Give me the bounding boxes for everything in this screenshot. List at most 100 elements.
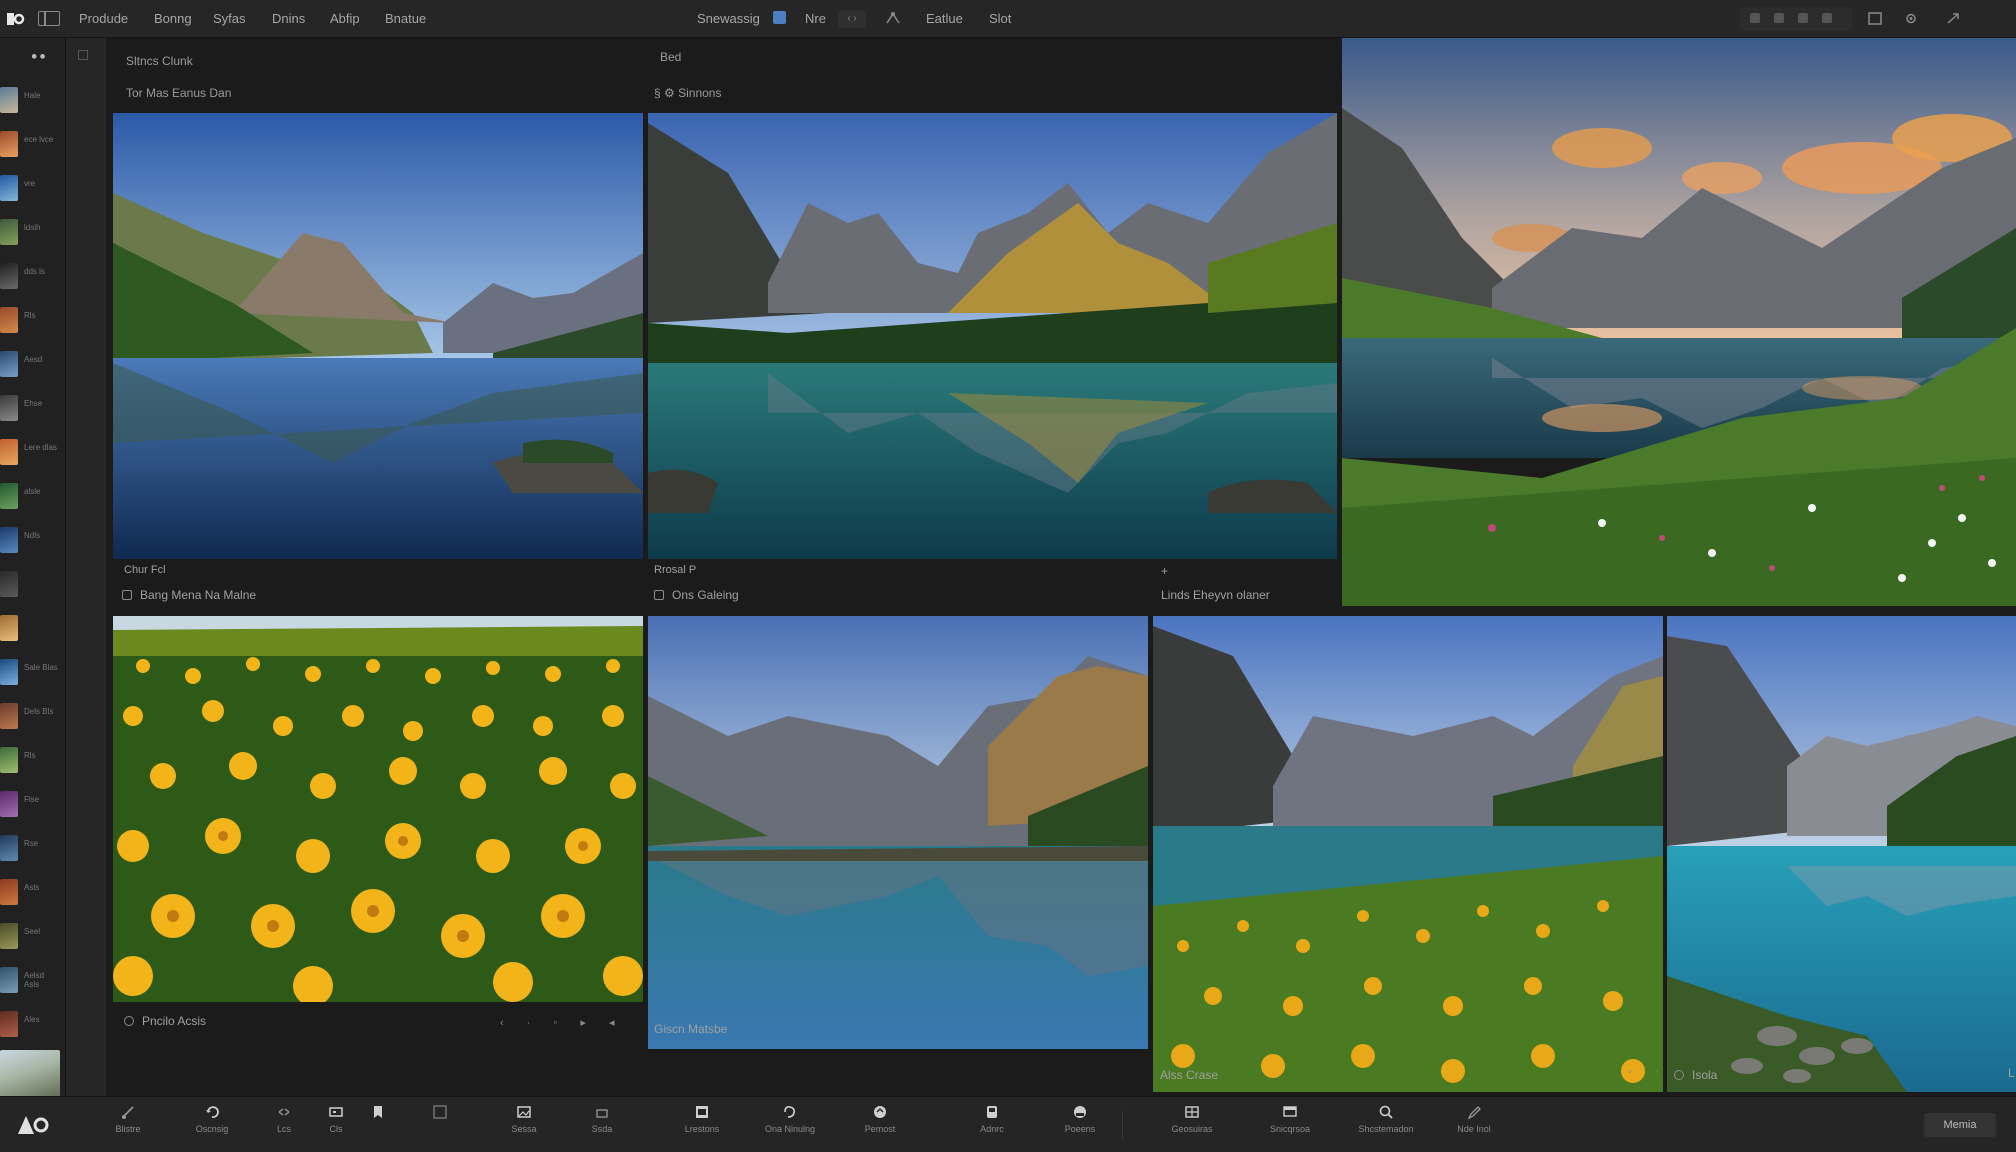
filmstrip-thumbnail[interactable] — [0, 791, 18, 817]
filmstrip-thumbnail[interactable] — [0, 175, 18, 201]
view-label-d[interactable]: Slot — [989, 11, 1011, 26]
view-label-a[interactable]: Snewassig — [697, 11, 760, 26]
filmstrip-thumbnail[interactable] — [0, 659, 18, 685]
media-button[interactable]: Memia — [1924, 1113, 1996, 1137]
select-checkbox[interactable] — [654, 590, 664, 600]
toolbar-tool[interactable]: Geosuiras — [1152, 1103, 1232, 1134]
filmstrip-thumbnail[interactable] — [0, 835, 18, 861]
filmstrip-thumbnail[interactable] — [0, 747, 18, 773]
filmstrip-thumbnail[interactable] — [0, 615, 18, 641]
filmstrip-item[interactable]: Ndls — [0, 523, 66, 565]
photo-mountain-lake-1[interactable] — [113, 113, 643, 559]
expand-icon[interactable] — [1944, 10, 1962, 27]
toolbar-tool[interactable]: Snicqrsoa — [1250, 1103, 1330, 1134]
menu-item-bnatue[interactable]: Bnatue — [385, 11, 426, 26]
filmstrip-item[interactable] — [0, 611, 66, 653]
select-radio[interactable] — [124, 1016, 134, 1026]
filmstrip-thumbnail[interactable] — [0, 483, 18, 509]
filmstrip-item[interactable]: dds ls — [0, 259, 66, 301]
filmstrip-item[interactable]: Rls — [0, 743, 66, 785]
view-label-c[interactable]: Eatlue — [926, 11, 963, 26]
panel-7-caption[interactable]: Isola — [1674, 1068, 1717, 1082]
color-swatch-icon[interactable] — [773, 11, 786, 24]
toolbar-tool[interactable]: Ssda — [562, 1103, 642, 1134]
filmstrip-thumbnail[interactable] — [0, 527, 18, 553]
filmstrip-item[interactable]: Lere dlas — [0, 435, 66, 477]
filmstrip-item[interactable]: Dels Bls — [0, 699, 66, 741]
photo-turquoise-lake[interactable] — [1667, 616, 2016, 1092]
filmstrip-thumbnail[interactable] — [0, 263, 18, 289]
panel-4-caption[interactable]: Pncilo Acsis — [124, 1014, 206, 1028]
filmstrip-item[interactable]: ece lvce — [0, 127, 66, 169]
filmstrip-item[interactable]: vre — [0, 171, 66, 213]
filmstrip-thumbnail[interactable] — [0, 923, 18, 949]
filmstrip-item[interactable]: Hale — [0, 83, 66, 125]
photo-wildflower-lake[interactable] — [1153, 616, 1663, 1092]
filmstrip-item[interactable]: Asls — [0, 875, 66, 917]
menu-item-dnins[interactable]: Dnins — [272, 11, 305, 26]
panel-1-caption[interactable]: Bang Mena Na Malne — [122, 588, 256, 602]
menu-item-syfas[interactable]: Syfas — [213, 11, 246, 26]
panel-2-caption[interactable]: Ons Galeing — [654, 588, 739, 602]
transform-icon[interactable] — [884, 10, 902, 27]
toolbar-tool[interactable]: Adnrc — [952, 1103, 1032, 1134]
toolbar-tool[interactable]: Shcstemadon — [1346, 1103, 1426, 1134]
grid-view-icon[interactable] — [1866, 10, 1884, 27]
photo-sunset-meadow[interactable] — [1342, 38, 2016, 606]
toolbar-tool[interactable]: Oscnsig — [172, 1103, 252, 1134]
panel-6-tools[interactable]: ◦ · — [1628, 1066, 1669, 1078]
photo-mountain-lake-2[interactable] — [648, 113, 1337, 559]
menu-item-bonng[interactable]: Bonng — [154, 11, 192, 26]
select-radio[interactable] — [1674, 1070, 1684, 1080]
filmstrip-thumbnail[interactable] — [0, 703, 18, 729]
toolbar-tool[interactable]: Sessa — [484, 1103, 564, 1134]
filmstrip-thumbnail[interactable] — [0, 307, 18, 333]
filmstrip-item[interactable]: Sale Blas — [0, 655, 66, 697]
control-icon-4[interactable] — [1822, 13, 1832, 23]
filmstrip-item[interactable]: Rse — [0, 831, 66, 873]
filmstrip-item[interactable]: alsle — [0, 479, 66, 521]
control-icon-1[interactable] — [1750, 13, 1760, 23]
toolbar-tool[interactable]: Nde Inol — [1434, 1103, 1514, 1134]
app-logo-icon[interactable] — [4, 9, 26, 29]
view-label-b[interactable]: Nre — [805, 11, 826, 26]
toolbar-tool[interactable]: Pemost — [840, 1103, 920, 1134]
photo-mountain-lake-3[interactable] — [648, 616, 1148, 1049]
filmstrip-thumbnail[interactable] — [0, 219, 18, 245]
control-icon-3[interactable] — [1798, 13, 1808, 23]
settings-icon[interactable] — [1902, 10, 1920, 27]
control-icon-2[interactable] — [1774, 13, 1784, 23]
toolbar-tool[interactable]: Lrestons — [662, 1103, 742, 1134]
toolbar-tool[interactable]: Poeens — [1040, 1103, 1120, 1134]
filmstrip-thumbnail[interactable] — [0, 87, 18, 113]
filmstrip-thumbnail[interactable] — [0, 879, 18, 905]
filmstrip-item[interactable]: Flse — [0, 787, 66, 829]
filmstrip-thumbnail[interactable] — [0, 351, 18, 377]
filmstrip-thumbnail[interactable] — [0, 439, 18, 465]
filmstrip-thumbnail[interactable] — [0, 131, 18, 157]
filmstrip-item[interactable]: Aelsd Asls — [0, 963, 66, 1005]
filmstrip-item[interactable]: Ales — [0, 1007, 66, 1049]
filmstrip-item[interactable]: Aesd — [0, 347, 66, 389]
panel-4-tools[interactable]: ‹ · ◦ ▸ ◂ — [500, 1016, 625, 1029]
nav-arrows[interactable]: ‹ › — [838, 10, 866, 28]
filmstrip-item[interactable] — [0, 567, 66, 609]
filmstrip-item[interactable]: Seel — [0, 919, 66, 961]
toolbar-tool[interactable]: Blistre — [88, 1103, 168, 1134]
menu-item-abfip[interactable]: Abfip — [330, 11, 360, 26]
toolbar-tool[interactable] — [400, 1103, 480, 1124]
filmstrip-item[interactable]: Ehse — [0, 391, 66, 433]
photo-yellow-flowers[interactable] — [113, 616, 643, 1002]
toolbar-tool[interactable]: Ona Ninulng — [750, 1103, 830, 1134]
filmstrip-item[interactable]: ldsih — [0, 215, 66, 257]
filmstrip-thumbnail[interactable] — [0, 967, 18, 993]
menu-item-produde[interactable]: Produde — [79, 11, 128, 26]
app-mark-icon[interactable] — [14, 1112, 52, 1138]
filmstrip-thumbnail[interactable] — [0, 395, 18, 421]
select-checkbox[interactable] — [122, 590, 132, 600]
sidebar-collapse-icon[interactable] — [78, 50, 88, 60]
filmstrip-selected-thumbnail[interactable] — [0, 1050, 60, 1098]
filmstrip-thumbnail[interactable] — [0, 571, 18, 597]
filmstrip-thumbnail[interactable] — [0, 1011, 18, 1037]
filmstrip-item[interactable]: Rls — [0, 303, 66, 345]
